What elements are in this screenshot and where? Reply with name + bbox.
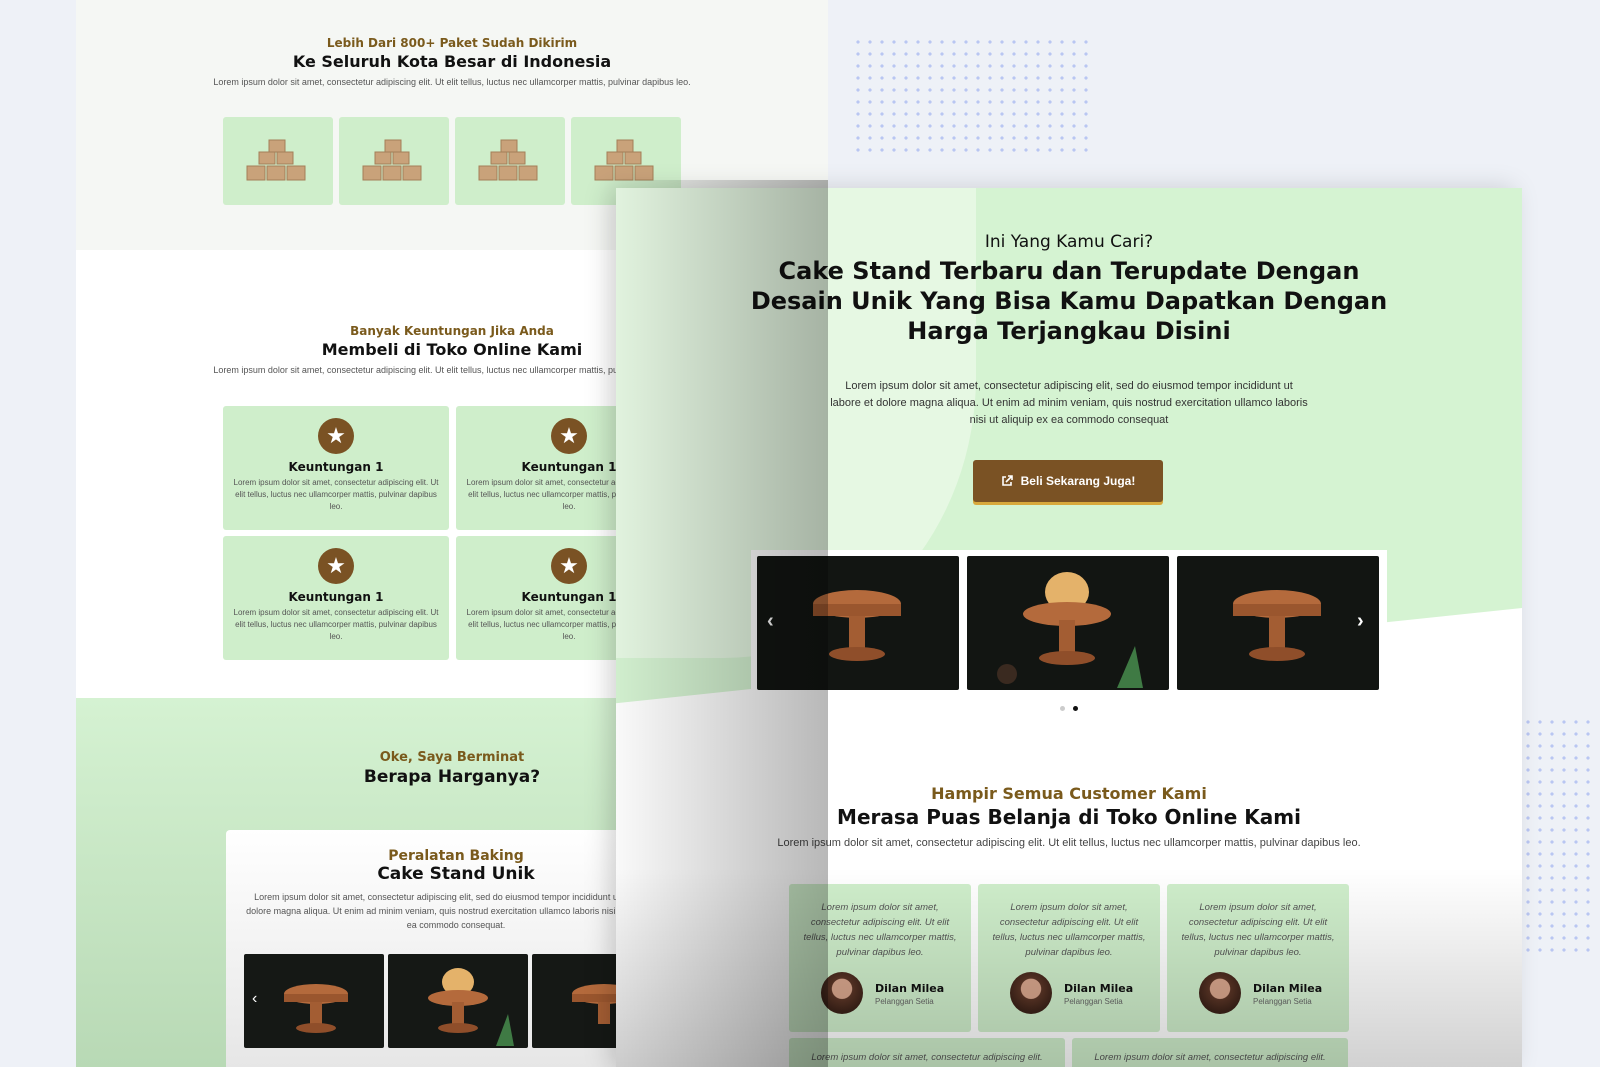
package-image <box>339 117 449 205</box>
benefit-card: ★ Keuntungan 1 Lorem ipsum dolor sit ame… <box>223 406 449 530</box>
benefit-title: Keuntungan 1 <box>288 460 384 474</box>
testimonial-quote: Lorem ipsum dolor sit amet, consectetur … <box>803 902 957 958</box>
slider-dot-active[interactable] <box>1073 706 1078 711</box>
testimonial-card: Lorem ipsum dolor sit amet, consectetur … <box>1167 884 1349 1032</box>
product-slider: ‹ › <box>751 550 1387 700</box>
package-image <box>455 117 565 205</box>
testimonial-card: Lorem ipsum dolor sit amet, consectetur … <box>1072 1038 1348 1067</box>
buy-now-button[interactable]: Beli Sekarang Juga! <box>973 460 1163 502</box>
testimonials-eyebrow: Hampir Semua Customer Kami <box>931 784 1207 803</box>
decorative-dot-grid <box>852 36 1092 154</box>
benefit-desc: Lorem ipsum dolor sit amet, consectetur … <box>233 478 439 511</box>
chevron-left-icon[interactable]: ‹ <box>252 990 257 1008</box>
hero-title: Cake Stand Terbaru dan Terupdate Dengan … <box>750 257 1388 345</box>
buy-now-label: Beli Sekarang Juga! <box>1020 474 1136 488</box>
star-icon: ★ <box>318 548 354 584</box>
external-link-icon <box>1001 475 1013 486</box>
star-icon: ★ <box>318 418 354 454</box>
testimonial-role: Pelanggan Setia <box>1253 997 1312 1006</box>
front-page-preview: Ini Yang Kamu Cari? Cake Stand Terbaru d… <box>616 188 1522 1067</box>
testimonial-role: Pelanggan Setia <box>1064 997 1123 1006</box>
hero-desc: Lorem ipsum dolor sit amet, consectetur … <box>830 380 1308 426</box>
product-thumbnail <box>388 954 528 1048</box>
shipping-desc: Lorem ipsum dolor sit amet, consectetur … <box>213 77 691 87</box>
benefit-desc: Lorem ipsum dolor sit amet, consectetur … <box>233 608 439 641</box>
slider-image <box>1177 556 1379 690</box>
star-icon: ★ <box>551 548 587 584</box>
chevron-left-icon[interactable]: ‹ <box>767 610 774 633</box>
shipping-title: Ke Seluruh Kota Besar di Indonesia <box>292 52 612 71</box>
testimonial-name: Dilan Milea <box>1064 982 1134 995</box>
star-icon: ★ <box>551 418 587 454</box>
slider-dot[interactable] <box>1060 706 1065 711</box>
product-thumbnail: ‹ <box>244 954 384 1048</box>
package-gallery <box>223 117 681 205</box>
testimonials-title: Merasa Puas Belanja di Toko Online Kami <box>837 805 1301 829</box>
product-desc: Lorem ipsum dolor sit amet, consectetur … <box>246 892 666 930</box>
testimonial-role: Pelanggan Setia <box>875 997 934 1006</box>
testimonial-card: Lorem ipsum dolor sit amet, consectetur … <box>789 884 971 1032</box>
hero-eyebrow: Ini Yang Kamu Cari? <box>984 232 1154 252</box>
shipping-eyebrow: Lebih Dari 800+ Paket Sudah Dikirim <box>326 36 578 50</box>
chevron-right-icon[interactable]: › <box>1357 610 1364 633</box>
decorative-dot-grid <box>1522 716 1592 956</box>
testimonial-quote: Lorem ipsum dolor sit amet, consectetur … <box>992 902 1146 958</box>
avatar <box>1010 972 1052 1014</box>
testimonial-quote: Lorem ipsum dolor sit amet, consectetur … <box>1181 902 1335 958</box>
testimonial-quote: Lorem ipsum dolor sit amet, consectetur … <box>1094 1052 1326 1063</box>
testimonial-name: Dilan Milea <box>1253 982 1323 995</box>
testimonial-card: Lorem ipsum dolor sit amet, consectetur … <box>789 1038 1065 1067</box>
benefit-title: Keuntungan 1 <box>288 590 384 604</box>
testimonials-desc: Lorem ipsum dolor sit amet, consectetur … <box>777 837 1361 849</box>
testimonial-card: Lorem ipsum dolor sit amet, consectetur … <box>978 884 1160 1032</box>
testimonial-quote: Lorem ipsum dolor sit amet, consectetur … <box>811 1052 1043 1063</box>
benefit-card: ★ Keuntungan 1 Lorem ipsum dolor sit ame… <box>223 536 449 660</box>
package-image <box>223 117 333 205</box>
slider-image <box>967 556 1169 690</box>
slider-image <box>757 556 959 690</box>
testimonial-name: Dilan Milea <box>875 982 945 995</box>
avatar <box>1199 972 1241 1014</box>
avatar <box>821 972 863 1014</box>
